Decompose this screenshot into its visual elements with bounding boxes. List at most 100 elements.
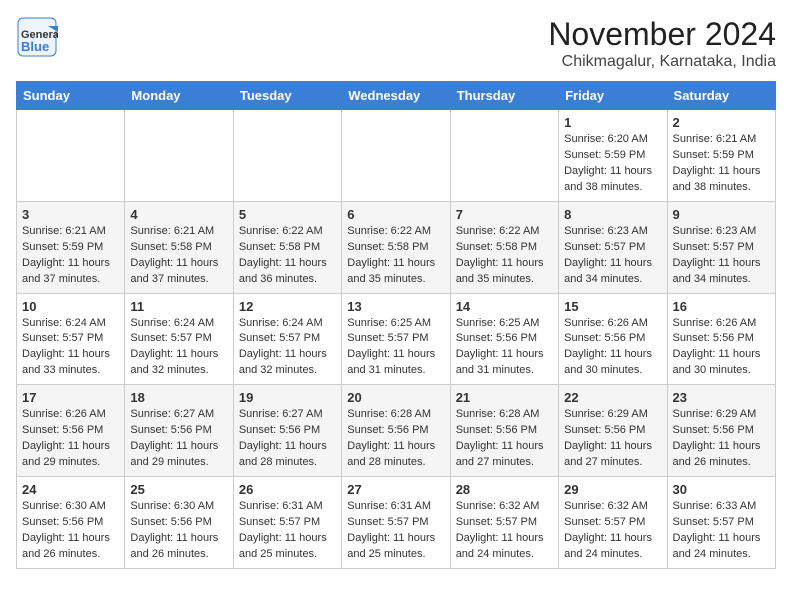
day-number: 15 <box>564 299 661 314</box>
day-cell: 2 Sunrise: 6:21 AM Sunset: 5:59 PM Daylig… <box>667 110 775 202</box>
day-number: 30 <box>673 482 770 497</box>
day-info: Sunrise: 6:29 AM Sunset: 5:56 PM Dayligh… <box>564 407 661 471</box>
day-number: 7 <box>456 207 553 222</box>
day-info: Sunrise: 6:26 AM Sunset: 5:56 PM Dayligh… <box>673 316 770 380</box>
calendar-table: SundayMondayTuesdayWednesdayThursdayFrid… <box>16 81 776 569</box>
day-info: Sunrise: 6:24 AM Sunset: 5:57 PM Dayligh… <box>239 316 336 380</box>
day-number: 10 <box>22 299 119 314</box>
day-cell: 16 Sunrise: 6:26 AM Sunset: 5:56 PM Dayli… <box>667 293 775 385</box>
day-number: 19 <box>239 390 336 405</box>
day-info: Sunrise: 6:26 AM Sunset: 5:56 PM Dayligh… <box>22 407 119 471</box>
day-info: Sunrise: 6:23 AM Sunset: 5:57 PM Dayligh… <box>673 224 770 288</box>
day-number: 16 <box>673 299 770 314</box>
day-info: Sunrise: 6:23 AM Sunset: 5:57 PM Dayligh… <box>564 224 661 288</box>
day-cell <box>450 110 558 202</box>
day-info: Sunrise: 6:31 AM Sunset: 5:57 PM Dayligh… <box>347 499 444 563</box>
col-header-saturday: Saturday <box>667 82 775 110</box>
week-row: 17 Sunrise: 6:26 AM Sunset: 5:56 PM Dayli… <box>17 385 776 477</box>
day-info: Sunrise: 6:32 AM Sunset: 5:57 PM Dayligh… <box>564 499 661 563</box>
day-cell: 15Sunrise: 6:26 AM Sunset: 5:56 PM Dayli… <box>559 293 667 385</box>
day-cell: 19 Sunrise: 6:27 AM Sunset: 5:56 PM Dayli… <box>233 385 341 477</box>
week-row: 24Sunrise: 6:30 AM Sunset: 5:56 PM Dayli… <box>17 477 776 569</box>
day-cell: 6 Sunrise: 6:22 AM Sunset: 5:58 PM Daylig… <box>342 201 450 293</box>
day-cell <box>233 110 341 202</box>
day-number: 20 <box>347 390 444 405</box>
day-cell: 5 Sunrise: 6:22 AM Sunset: 5:58 PM Daylig… <box>233 201 341 293</box>
day-info: Sunrise: 6:21 AM Sunset: 5:59 PM Dayligh… <box>673 132 770 196</box>
day-cell: 25Sunrise: 6:30 AM Sunset: 5:56 PM Dayli… <box>125 477 233 569</box>
week-row: 10 Sunrise: 6:24 AM Sunset: 5:57 PM Dayli… <box>17 293 776 385</box>
day-number: 26 <box>239 482 336 497</box>
day-number: 17 <box>22 390 119 405</box>
day-cell: 18Sunrise: 6:27 AM Sunset: 5:56 PM Dayli… <box>125 385 233 477</box>
week-row: 3 Sunrise: 6:21 AM Sunset: 5:59 PM Daylig… <box>17 201 776 293</box>
day-info: Sunrise: 6:27 AM Sunset: 5:56 PM Dayligh… <box>239 407 336 471</box>
col-header-sunday: Sunday <box>17 82 125 110</box>
day-number: 13 <box>347 299 444 314</box>
day-info: Sunrise: 6:20 AM Sunset: 5:59 PM Dayligh… <box>564 132 661 196</box>
day-info: Sunrise: 6:28 AM Sunset: 5:56 PM Dayligh… <box>347 407 444 471</box>
day-info: Sunrise: 6:33 AM Sunset: 5:57 PM Dayligh… <box>673 499 770 563</box>
logo: General Blue <box>16 16 58 58</box>
day-cell: 29Sunrise: 6:32 AM Sunset: 5:57 PM Dayli… <box>559 477 667 569</box>
col-header-wednesday: Wednesday <box>342 82 450 110</box>
day-info: Sunrise: 6:21 AM Sunset: 5:58 PM Dayligh… <box>130 224 227 288</box>
day-cell: 17 Sunrise: 6:26 AM Sunset: 5:56 PM Dayli… <box>17 385 125 477</box>
day-cell <box>125 110 233 202</box>
col-header-tuesday: Tuesday <box>233 82 341 110</box>
day-number: 14 <box>456 299 553 314</box>
day-number: 2 <box>673 115 770 130</box>
svg-text:Blue: Blue <box>21 39 49 54</box>
day-number: 22 <box>564 390 661 405</box>
day-cell: 20 Sunrise: 6:28 AM Sunset: 5:56 PM Dayli… <box>342 385 450 477</box>
day-info: Sunrise: 6:28 AM Sunset: 5:56 PM Dayligh… <box>456 407 553 471</box>
day-cell: 8 Sunrise: 6:23 AM Sunset: 5:57 PM Daylig… <box>559 201 667 293</box>
day-number: 21 <box>456 390 553 405</box>
day-number: 1 <box>564 115 661 130</box>
day-number: 6 <box>347 207 444 222</box>
day-cell: 12Sunrise: 6:24 AM Sunset: 5:57 PM Dayli… <box>233 293 341 385</box>
day-info: Sunrise: 6:22 AM Sunset: 5:58 PM Dayligh… <box>456 224 553 288</box>
day-cell: 14Sunrise: 6:25 AM Sunset: 5:56 PM Dayli… <box>450 293 558 385</box>
day-cell: 9 Sunrise: 6:23 AM Sunset: 5:57 PM Daylig… <box>667 201 775 293</box>
day-cell: 7 Sunrise: 6:22 AM Sunset: 5:58 PM Daylig… <box>450 201 558 293</box>
col-header-thursday: Thursday <box>450 82 558 110</box>
day-info: Sunrise: 6:21 AM Sunset: 5:59 PM Dayligh… <box>22 224 119 288</box>
day-cell: 26 Sunrise: 6:31 AM Sunset: 5:57 PM Dayli… <box>233 477 341 569</box>
page-header: General Blue November 2024 Chikmagalur, … <box>16 16 776 71</box>
day-info: Sunrise: 6:31 AM Sunset: 5:57 PM Dayligh… <box>239 499 336 563</box>
day-number: 25 <box>130 482 227 497</box>
col-header-monday: Monday <box>125 82 233 110</box>
day-cell: 21 Sunrise: 6:28 AM Sunset: 5:56 PM Dayli… <box>450 385 558 477</box>
col-header-friday: Friday <box>559 82 667 110</box>
location-title: Chikmagalur, Karnataka, India <box>548 53 776 71</box>
day-cell: 28Sunrise: 6:32 AM Sunset: 5:57 PM Dayli… <box>450 477 558 569</box>
day-info: Sunrise: 6:22 AM Sunset: 5:58 PM Dayligh… <box>239 224 336 288</box>
day-number: 23 <box>673 390 770 405</box>
day-cell: 30 Sunrise: 6:33 AM Sunset: 5:57 PM Dayli… <box>667 477 775 569</box>
day-info: Sunrise: 6:29 AM Sunset: 5:56 PM Dayligh… <box>673 407 770 471</box>
day-number: 8 <box>564 207 661 222</box>
day-number: 4 <box>130 207 227 222</box>
day-cell: 24Sunrise: 6:30 AM Sunset: 5:56 PM Dayli… <box>17 477 125 569</box>
day-cell: 10Sunrise: 6:24 AM Sunset: 5:57 PM Dayli… <box>17 293 125 385</box>
day-number: 5 <box>239 207 336 222</box>
day-number: 11 <box>130 299 227 314</box>
day-info: Sunrise: 6:27 AM Sunset: 5:56 PM Dayligh… <box>130 407 227 471</box>
day-cell: 22 Sunrise: 6:29 AM Sunset: 5:56 PM Dayli… <box>559 385 667 477</box>
day-cell: 1 Sunrise: 6:20 AM Sunset: 5:59 PM Daylig… <box>559 110 667 202</box>
day-cell: 13Sunrise: 6:25 AM Sunset: 5:57 PM Dayli… <box>342 293 450 385</box>
day-number: 9 <box>673 207 770 222</box>
day-info: Sunrise: 6:22 AM Sunset: 5:58 PM Dayligh… <box>347 224 444 288</box>
day-number: 28 <box>456 482 553 497</box>
day-cell: 4 Sunrise: 6:21 AM Sunset: 5:58 PM Daylig… <box>125 201 233 293</box>
day-cell: 3 Sunrise: 6:21 AM Sunset: 5:59 PM Daylig… <box>17 201 125 293</box>
day-cell: 27 Sunrise: 6:31 AM Sunset: 5:57 PM Dayli… <box>342 477 450 569</box>
day-cell: 23 Sunrise: 6:29 AM Sunset: 5:56 PM Dayli… <box>667 385 775 477</box>
day-cell <box>17 110 125 202</box>
day-number: 24 <box>22 482 119 497</box>
month-title: November 2024 <box>548 16 776 53</box>
day-number: 27 <box>347 482 444 497</box>
title-block: November 2024 Chikmagalur, Karnataka, In… <box>548 16 776 71</box>
day-number: 3 <box>22 207 119 222</box>
